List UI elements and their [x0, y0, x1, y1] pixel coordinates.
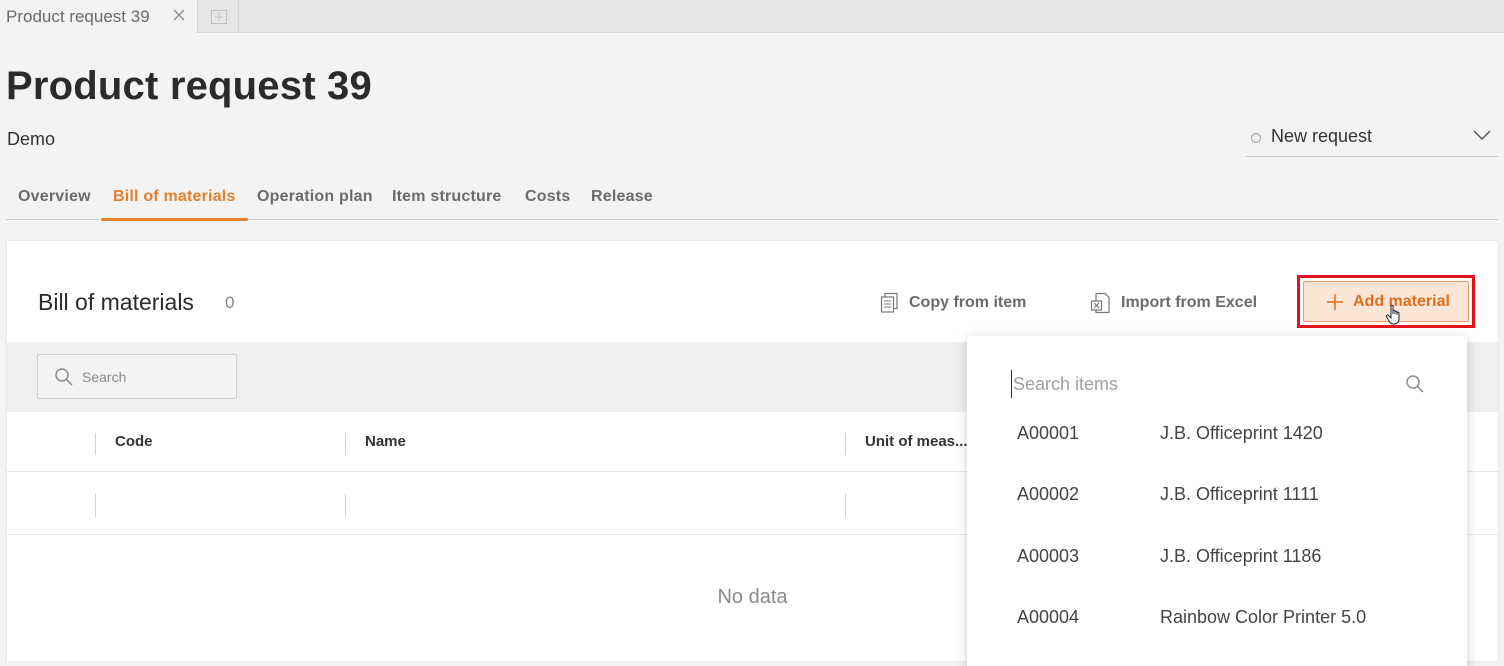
column-separator [345, 494, 346, 517]
tab-release[interactable]: Release [579, 180, 665, 220]
item-name: J.B. Officeprint 1186 [1160, 546, 1322, 566]
copy-from-item-button[interactable]: Copy from item [880, 290, 1026, 316]
document-tab[interactable]: Product request 39 [0, 0, 198, 33]
document-tab-label: Product request 39 [6, 6, 150, 26]
item-search[interactable] [1011, 370, 1425, 398]
search-input[interactable] [82, 364, 222, 390]
copy-from-item-label: Copy from item [909, 294, 1027, 311]
copy-document-icon [880, 292, 898, 313]
item-option[interactable]: A00002 J.B. Officeprint 1111 [967, 470, 1467, 520]
new-tab-icon [210, 9, 227, 24]
item-code: A00004 [1017, 607, 1080, 627]
item-option[interactable]: A00003 J.B. Officeprint 1186 [967, 532, 1467, 582]
excel-file-icon [1090, 292, 1110, 314]
panel-title: Bill of materials [38, 289, 194, 315]
item-code: A00001 [1017, 423, 1080, 443]
column-header-unit[interactable]: Unit of meas... [865, 433, 968, 450]
status-select[interactable]: New request [1246, 120, 1498, 157]
item-name: J.B. Officeprint 1111 [1160, 484, 1319, 504]
item-name: Rainbow Color Printer 5.0 [1160, 607, 1367, 627]
item-name: J.B. Officeprint 1420 [1160, 423, 1323, 443]
import-from-excel-button[interactable]: Import from Excel [1090, 290, 1257, 316]
search-icon [55, 368, 73, 386]
new-tab-button[interactable] [199, 0, 239, 33]
column-separator [95, 433, 96, 455]
tab-costs[interactable]: Costs [513, 180, 582, 220]
column-separator [845, 494, 846, 517]
column-separator [95, 494, 96, 517]
column-separator [845, 433, 846, 455]
column-header-name[interactable]: Name [365, 433, 406, 450]
chevron-down-icon [1473, 130, 1491, 141]
column-separator [345, 433, 346, 455]
item-search-input[interactable] [1011, 370, 1381, 398]
document-tabstrip: Product request 39 [0, 0, 1504, 33]
search-icon [1406, 375, 1424, 393]
item-picker-dropdown: A00001 J.B. Officeprint 1420 A00002 J.B.… [967, 336, 1467, 666]
import-from-excel-label: Import from Excel [1121, 294, 1258, 311]
page-title: Product request 39 [6, 64, 372, 108]
item-code: A00002 [1017, 484, 1080, 504]
status-label: New request [1271, 126, 1373, 146]
item-option[interactable]: A00001 J.B. Officeprint 1420 [967, 409, 1467, 459]
item-count: 0 [225, 293, 235, 312]
column-header-code[interactable]: Code [115, 433, 153, 450]
plus-icon [1327, 293, 1343, 310]
section-tabs: Overview Bill of materials Operation pla… [6, 180, 1498, 221]
tab-item-structure[interactable]: Item structure [380, 180, 514, 220]
hand-cursor-icon [1385, 304, 1400, 325]
tab-overview[interactable]: Overview [6, 180, 103, 220]
close-icon[interactable] [171, 7, 187, 23]
tab-bill-of-materials[interactable]: Bill of materials [101, 180, 248, 221]
item-option[interactable]: A00004 Rainbow Color Printer 5.0 [967, 593, 1467, 643]
search-box[interactable] [37, 354, 237, 399]
item-code: A00003 [1017, 546, 1080, 566]
status-dot-icon [1251, 133, 1261, 143]
tab-operation-plan[interactable]: Operation plan [245, 180, 385, 220]
page-subtitle: Demo [7, 129, 56, 149]
